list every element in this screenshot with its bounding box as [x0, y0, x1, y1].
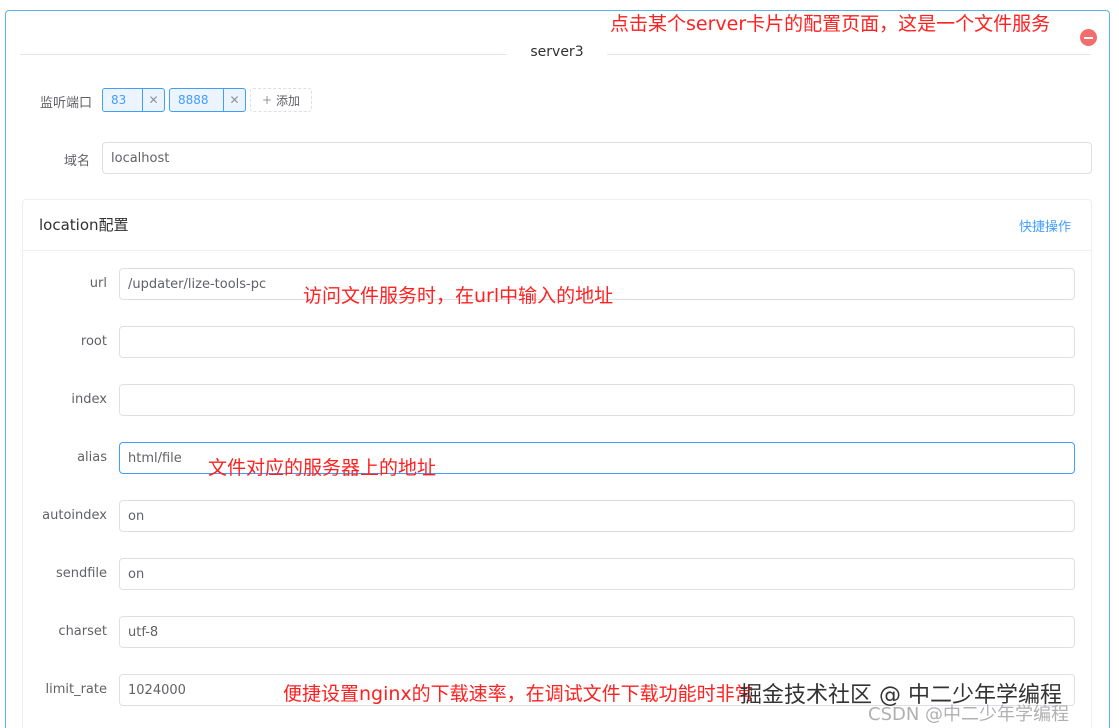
- charset-input[interactable]: utf-8: [119, 616, 1075, 648]
- divider-right: [607, 54, 1091, 55]
- divider-left: [20, 54, 507, 55]
- port-tag-text: 8888: [178, 93, 209, 107]
- quick-ops-link[interactable]: 快捷操作: [1019, 216, 1071, 235]
- annotation-top: 点击某个server卡片的配置页面，这是一个文件服务: [610, 13, 1051, 35]
- minus-icon: [1084, 36, 1093, 39]
- autoindex-input[interactable]: on: [119, 500, 1075, 532]
- sendfile-label: sendfile: [55, 566, 107, 581]
- annotation-alias: 文件对应的服务器上的地址: [208, 457, 437, 479]
- limit-rate-label: limit_rate: [45, 682, 107, 697]
- add-port-button[interactable]: + 添加: [250, 88, 312, 112]
- charset-label: charset: [58, 624, 107, 639]
- add-port-label: 添加: [276, 93, 301, 108]
- close-icon[interactable]: ✕: [223, 89, 245, 111]
- alias-label: alias: [77, 450, 107, 465]
- close-icon[interactable]: ✕: [142, 89, 164, 111]
- url-label: url: [89, 276, 107, 291]
- index-label: index: [71, 392, 107, 407]
- port-tag-text: 83: [111, 93, 127, 107]
- index-input[interactable]: [119, 384, 1075, 416]
- ports-label: 监听端口: [39, 96, 92, 111]
- domain-input[interactable]: localhost: [102, 142, 1092, 174]
- port-tag: 8888 ✕: [169, 88, 246, 112]
- autoindex-label: autoindex: [42, 508, 107, 523]
- root-input[interactable]: [119, 326, 1075, 358]
- plus-icon: +: [261, 93, 273, 107]
- annotation-rate: 便捷设置nginx的下载速率，在调试文件下载功能时非常: [283, 683, 754, 705]
- remove-server-button[interactable]: [1080, 29, 1097, 46]
- annotation-url: 访问文件服务时，在url中输入的地址: [303, 285, 614, 307]
- domain-label: 域名: [63, 154, 90, 169]
- root-label: root: [80, 334, 107, 349]
- location-header: [22, 199, 1092, 251]
- location-title: location配置: [39, 216, 129, 234]
- port-tag: 83 ✕: [102, 88, 165, 112]
- watermark-sub: CSDN @中二少年学编程: [868, 704, 1070, 725]
- sendfile-input[interactable]: on: [119, 558, 1075, 590]
- server-title: server3: [530, 44, 584, 60]
